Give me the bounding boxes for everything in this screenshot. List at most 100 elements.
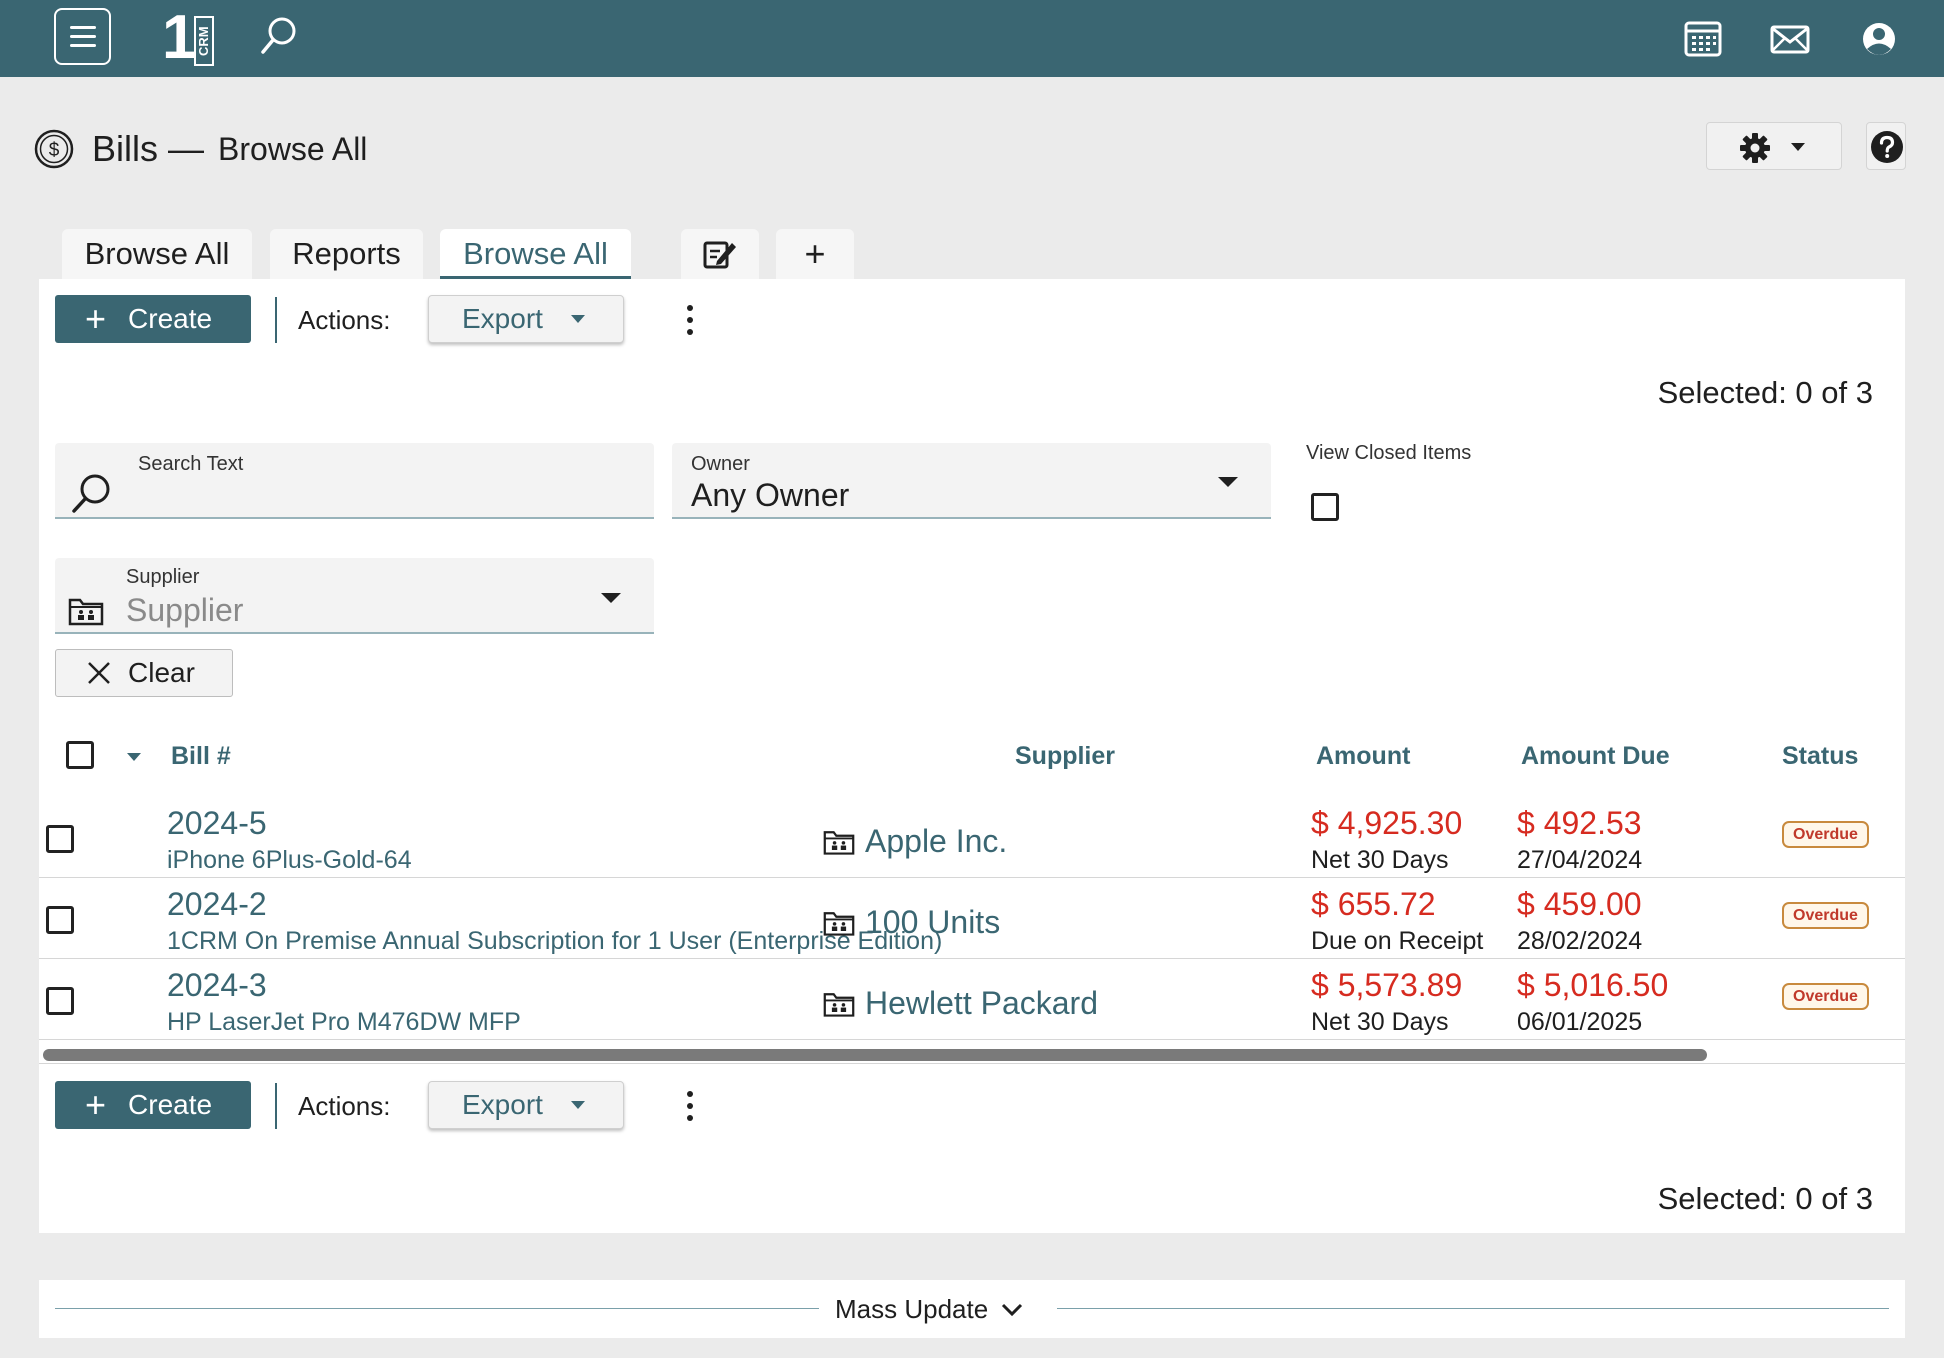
top-navigation-bar: 1 CRM <box>0 0 1944 77</box>
logo-number: 1 <box>162 3 197 72</box>
scrollbar-thumb[interactable] <box>43 1049 1707 1061</box>
view-closed-checkbox[interactable] <box>1311 493 1339 521</box>
supplier-folder-icon <box>823 992 855 1017</box>
select-all-checkbox[interactable] <box>66 741 94 769</box>
dollar-circle-icon: $ <box>34 129 74 169</box>
row-checkbox[interactable] <box>46 987 74 1015</box>
search-input[interactable]: Search Text <box>55 443 654 519</box>
supplier-name: 100 Units <box>865 904 1001 940</box>
toolbar-divider <box>275 1083 277 1129</box>
amount-due: $ 492.53 <box>1517 805 1642 841</box>
page-subtitle: Browse All <box>218 130 368 167</box>
owner-value: Any Owner <box>691 477 850 513</box>
mail-icon[interactable] <box>1769 18 1811 60</box>
search-icon <box>72 474 110 513</box>
svg-text:$: $ <box>49 140 60 161</box>
sort-caret-icon[interactable] <box>127 753 141 761</box>
close-icon <box>88 662 110 684</box>
user-icon[interactable] <box>1858 18 1900 60</box>
supplier-link[interactable]: 100 Units <box>823 904 1000 941</box>
bill-description-link[interactable]: HP LaserJet Pro M476DW MFP <box>167 1008 521 1037</box>
supplier-name: Hewlett Packard <box>865 985 1098 1021</box>
column-header-amount-due[interactable]: Amount Due <box>1521 742 1670 771</box>
create-button[interactable]: + Create <box>55 295 251 343</box>
table-row: 2024-3 HP LaserJet Pro M476DW MFP Hewlet… <box>39 959 1905 1040</box>
tab-label: Browse All <box>463 236 608 271</box>
create-button[interactable]: + Create <box>55 1081 251 1129</box>
amount: $ 4,925.30 <box>1311 805 1463 841</box>
chevron-down-icon <box>570 315 585 323</box>
supplier-select[interactable]: Supplier Supplier <box>55 558 654 634</box>
due-date: 27/04/2024 <box>1517 846 1643 874</box>
export-button[interactable]: Export <box>428 295 624 343</box>
help-button[interactable] <box>1866 122 1906 170</box>
chevron-down-icon <box>601 593 621 603</box>
create-label: Create <box>128 1089 213 1120</box>
toolbar-top: + Create Actions: Export <box>55 295 755 345</box>
tab-edit-layout[interactable] <box>681 229 759 279</box>
row-checkbox[interactable] <box>46 906 74 934</box>
horizontal-scrollbar[interactable] <box>39 1046 1905 1064</box>
search-icon[interactable] <box>258 14 300 56</box>
tab-reports[interactable]: Reports <box>270 229 423 279</box>
tab-add[interactable]: + <box>776 229 854 279</box>
selected-count: Selected: 0 of 3 <box>1657 375 1873 410</box>
status-badge: Overdue <box>1782 902 1869 929</box>
column-header-status[interactable]: Status <box>1782 742 1858 771</box>
export-label: Export <box>462 303 543 334</box>
help-icon <box>1871 131 1903 163</box>
toolbar-bottom: + Create Actions: Export <box>55 1081 755 1131</box>
app-logo[interactable]: 1 CRM <box>162 3 215 72</box>
plus-icon: + <box>85 298 107 339</box>
chevron-down-icon <box>1218 477 1238 487</box>
search-label: Search Text <box>138 453 244 475</box>
mass-update-label: Mass Update <box>835 1294 989 1324</box>
amount: $ 5,573.89 <box>1311 967 1463 1003</box>
more-options-icon[interactable] <box>685 1091 695 1123</box>
bill-description-link[interactable]: iPhone 6Plus-Gold-64 <box>167 846 412 875</box>
owner-label: Owner <box>691 453 750 475</box>
supplier-link[interactable]: Hewlett Packard <box>823 985 1098 1022</box>
owner-select[interactable]: Owner Any Owner <box>672 443 1271 519</box>
clear-filters-button[interactable]: Clear <box>55 649 233 697</box>
bill-number-link[interactable]: 2024-5 <box>167 805 267 842</box>
page-title-main: Bills <box>92 128 159 169</box>
settings-menu-button[interactable] <box>1706 122 1842 170</box>
create-label: Create <box>128 303 213 334</box>
supplier-label: Supplier <box>126 566 200 588</box>
edit-icon <box>703 241 736 269</box>
plus-icon: + <box>804 233 826 274</box>
more-options-icon[interactable] <box>685 305 695 337</box>
page-title: $ Bills — Browse All <box>34 128 367 170</box>
tab-browse-all-active[interactable]: Browse All <box>440 229 631 279</box>
supplier-folder-icon <box>823 830 855 855</box>
due-date: 28/02/2024 <box>1517 927 1643 955</box>
column-header-supplier[interactable]: Supplier <box>1015 742 1115 771</box>
payment-terms: Due on Receipt <box>1311 927 1484 955</box>
export-label: Export <box>462 1089 543 1120</box>
supplier-link[interactable]: Apple Inc. <box>823 823 1007 860</box>
column-header-bill-no[interactable]: Bill # <box>171 742 231 771</box>
bill-number-link[interactable]: 2024-2 <box>167 886 267 923</box>
amount-due: $ 5,016.50 <box>1517 967 1669 1003</box>
chevron-down-icon <box>1791 143 1805 151</box>
supplier-placeholder: Supplier <box>126 592 244 628</box>
export-button[interactable]: Export <box>428 1081 624 1129</box>
calendar-icon[interactable] <box>1682 18 1724 60</box>
amount: $ 655.72 <box>1311 886 1436 922</box>
clear-label: Clear <box>128 657 195 688</box>
tab-label: Browse All <box>84 236 230 271</box>
tab-browse-all[interactable]: Browse All <box>62 229 252 279</box>
status-badge: Overdue <box>1782 821 1869 848</box>
bill-number-link[interactable]: 2024-3 <box>167 967 267 1004</box>
mass-update-toggle[interactable]: Mass Update <box>835 1294 1024 1325</box>
column-header-amount[interactable]: Amount <box>1316 742 1410 771</box>
actions-label: Actions: <box>298 305 391 335</box>
row-checkbox[interactable] <box>46 825 74 853</box>
payment-terms: Net 30 Days <box>1311 846 1449 874</box>
menu-icon[interactable] <box>54 8 111 65</box>
chevron-down-icon <box>570 1101 585 1109</box>
due-date: 06/01/2025 <box>1517 1008 1643 1036</box>
actions-label: Actions: <box>298 1091 391 1121</box>
view-closed-label: View Closed Items <box>1306 442 1472 464</box>
